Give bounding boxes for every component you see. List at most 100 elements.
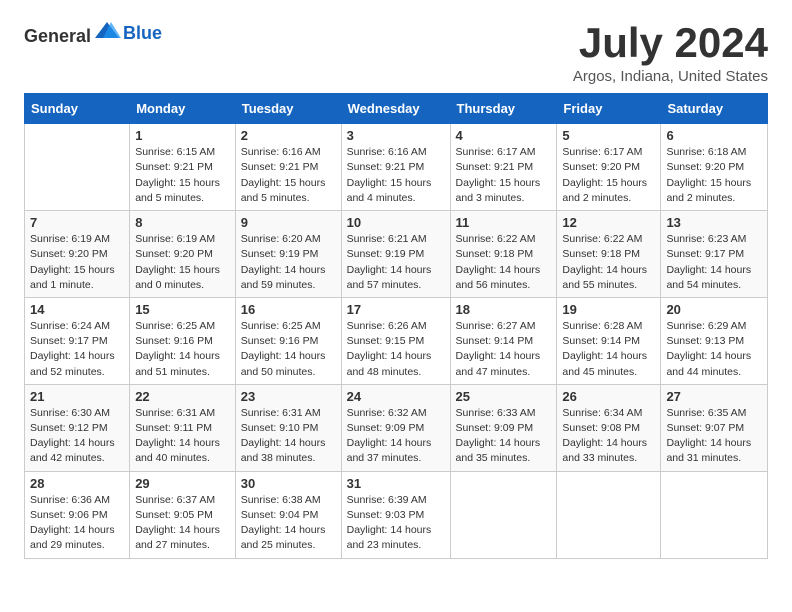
day-info: Sunrise: 6:37 AM Sunset: 9:05 PM Dayligh…	[135, 493, 230, 554]
day-info: Sunrise: 6:23 AM Sunset: 9:17 PM Dayligh…	[666, 232, 762, 293]
day-number: 23	[241, 389, 336, 404]
week-row-2: 7 Sunrise: 6:19 AM Sunset: 9:20 PM Daylig…	[25, 211, 768, 298]
day-info: Sunrise: 6:30 AM Sunset: 9:12 PM Dayligh…	[30, 406, 124, 467]
day-number: 13	[666, 215, 762, 230]
day-number: 30	[241, 476, 336, 491]
day-info: Sunrise: 6:19 AM Sunset: 9:20 PM Dayligh…	[30, 232, 124, 293]
day-number: 4	[456, 128, 552, 143]
day-info: Sunrise: 6:18 AM Sunset: 9:20 PM Dayligh…	[666, 145, 762, 206]
day-cell: 4 Sunrise: 6:17 AM Sunset: 9:21 PM Daylig…	[450, 124, 557, 211]
day-info: Sunrise: 6:29 AM Sunset: 9:13 PM Dayligh…	[666, 319, 762, 380]
day-cell	[25, 124, 130, 211]
calendar-table: SundayMondayTuesdayWednesdayThursdayFrid…	[24, 93, 768, 558]
day-info: Sunrise: 6:34 AM Sunset: 9:08 PM Dayligh…	[562, 406, 655, 467]
day-number: 3	[347, 128, 445, 143]
day-number: 1	[135, 128, 230, 143]
day-cell: 29 Sunrise: 6:37 AM Sunset: 9:05 PM Dayli…	[130, 471, 236, 558]
day-info: Sunrise: 6:31 AM Sunset: 9:10 PM Dayligh…	[241, 406, 336, 467]
day-info: Sunrise: 6:36 AM Sunset: 9:06 PM Dayligh…	[30, 493, 124, 554]
day-info: Sunrise: 6:25 AM Sunset: 9:16 PM Dayligh…	[135, 319, 230, 380]
day-cell: 10 Sunrise: 6:21 AM Sunset: 9:19 PM Dayli…	[341, 211, 450, 298]
column-header-sunday: Sunday	[25, 94, 130, 124]
day-info: Sunrise: 6:17 AM Sunset: 9:21 PM Dayligh…	[456, 145, 552, 206]
day-number: 22	[135, 389, 230, 404]
day-cell: 25 Sunrise: 6:33 AM Sunset: 9:09 PM Dayli…	[450, 384, 557, 471]
day-number: 18	[456, 302, 552, 317]
day-cell: 22 Sunrise: 6:31 AM Sunset: 9:11 PM Dayli…	[130, 384, 236, 471]
logo-general-text: General	[24, 26, 91, 46]
day-cell	[450, 471, 557, 558]
day-cell	[661, 471, 768, 558]
day-info: Sunrise: 6:21 AM Sunset: 9:19 PM Dayligh…	[347, 232, 445, 293]
day-number: 28	[30, 476, 124, 491]
day-info: Sunrise: 6:32 AM Sunset: 9:09 PM Dayligh…	[347, 406, 445, 467]
day-info: Sunrise: 6:33 AM Sunset: 9:09 PM Dayligh…	[456, 406, 552, 467]
day-number: 21	[30, 389, 124, 404]
day-info: Sunrise: 6:26 AM Sunset: 9:15 PM Dayligh…	[347, 319, 445, 380]
column-header-wednesday: Wednesday	[341, 94, 450, 124]
day-cell: 19Sunrise: 6:28 AM Sunset: 9:14 PM Dayli…	[557, 297, 661, 384]
day-cell: 28 Sunrise: 6:36 AM Sunset: 9:06 PM Dayli…	[25, 471, 130, 558]
day-info: Sunrise: 6:16 AM Sunset: 9:21 PM Dayligh…	[241, 145, 336, 206]
logo: General Blue	[24, 20, 162, 47]
day-info: Sunrise: 6:39 AM Sunset: 9:03 PM Dayligh…	[347, 493, 445, 554]
main-title: July 2024	[573, 20, 768, 66]
day-cell: 12 Sunrise: 6:22 AM Sunset: 9:18 PM Dayli…	[557, 211, 661, 298]
day-number: 24	[347, 389, 445, 404]
column-header-saturday: Saturday	[661, 94, 768, 124]
logo-blue-text: Blue	[123, 23, 162, 43]
day-cell: 31 Sunrise: 6:39 AM Sunset: 9:03 PM Dayli…	[341, 471, 450, 558]
day-cell: 2 Sunrise: 6:16 AM Sunset: 9:21 PM Daylig…	[235, 124, 341, 211]
day-number: 9	[241, 215, 336, 230]
day-number: 15	[135, 302, 230, 317]
day-number: 10	[347, 215, 445, 230]
day-number: 19	[562, 302, 655, 317]
day-cell: 24 Sunrise: 6:32 AM Sunset: 9:09 PM Dayli…	[341, 384, 450, 471]
day-number: 27	[666, 389, 762, 404]
column-header-friday: Friday	[557, 94, 661, 124]
day-cell: 20Sunrise: 6:29 AM Sunset: 9:13 PM Dayli…	[661, 297, 768, 384]
day-number: 2	[241, 128, 336, 143]
day-number: 26	[562, 389, 655, 404]
day-cell: 14 Sunrise: 6:24 AM Sunset: 9:17 PM Dayli…	[25, 297, 130, 384]
day-info: Sunrise: 6:22 AM Sunset: 9:18 PM Dayligh…	[562, 232, 655, 293]
day-cell: 26 Sunrise: 6:34 AM Sunset: 9:08 PM Dayli…	[557, 384, 661, 471]
day-cell: 7 Sunrise: 6:19 AM Sunset: 9:20 PM Daylig…	[25, 211, 130, 298]
day-info: Sunrise: 6:16 AM Sunset: 9:21 PM Dayligh…	[347, 145, 445, 206]
day-number: 7	[30, 215, 124, 230]
day-cell: 5Sunrise: 6:17 AM Sunset: 9:20 PM Daylig…	[557, 124, 661, 211]
week-row-5: 28 Sunrise: 6:36 AM Sunset: 9:06 PM Dayli…	[25, 471, 768, 558]
week-row-1: 1Sunrise: 6:15 AM Sunset: 9:21 PM Daylig…	[25, 124, 768, 211]
day-info: Sunrise: 6:24 AM Sunset: 9:17 PM Dayligh…	[30, 319, 124, 380]
day-cell: 23 Sunrise: 6:31 AM Sunset: 9:10 PM Dayli…	[235, 384, 341, 471]
header: General Blue July 2024 Argos, Indiana, U…	[24, 20, 768, 85]
day-cell: 30 Sunrise: 6:38 AM Sunset: 9:04 PM Dayli…	[235, 471, 341, 558]
column-header-thursday: Thursday	[450, 94, 557, 124]
day-info: Sunrise: 6:35 AM Sunset: 9:07 PM Dayligh…	[666, 406, 762, 467]
day-info: Sunrise: 6:22 AM Sunset: 9:18 PM Dayligh…	[456, 232, 552, 293]
day-number: 29	[135, 476, 230, 491]
day-number: 12	[562, 215, 655, 230]
day-cell: 13 Sunrise: 6:23 AM Sunset: 9:17 PM Dayli…	[661, 211, 768, 298]
day-cell: 18Sunrise: 6:27 AM Sunset: 9:14 PM Dayli…	[450, 297, 557, 384]
day-number: 5	[562, 128, 655, 143]
day-cell: 16Sunrise: 6:25 AM Sunset: 9:16 PM Dayli…	[235, 297, 341, 384]
day-number: 25	[456, 389, 552, 404]
day-cell: 27 Sunrise: 6:35 AM Sunset: 9:07 PM Dayli…	[661, 384, 768, 471]
day-cell: 11Sunrise: 6:22 AM Sunset: 9:18 PM Dayli…	[450, 211, 557, 298]
day-number: 6	[666, 128, 762, 143]
day-cell: 1Sunrise: 6:15 AM Sunset: 9:21 PM Daylig…	[130, 124, 236, 211]
title-area: July 2024 Argos, Indiana, United States	[573, 20, 768, 85]
day-cell	[557, 471, 661, 558]
day-number: 31	[347, 476, 445, 491]
column-header-monday: Monday	[130, 94, 236, 124]
day-info: Sunrise: 6:20 AM Sunset: 9:19 PM Dayligh…	[241, 232, 336, 293]
day-info: Sunrise: 6:31 AM Sunset: 9:11 PM Dayligh…	[135, 406, 230, 467]
day-cell: 9 Sunrise: 6:20 AM Sunset: 9:19 PM Daylig…	[235, 211, 341, 298]
day-cell: 6 Sunrise: 6:18 AM Sunset: 9:20 PM Daylig…	[661, 124, 768, 211]
subtitle: Argos, Indiana, United States	[573, 68, 768, 85]
day-info: Sunrise: 6:38 AM Sunset: 9:04 PM Dayligh…	[241, 493, 336, 554]
day-number: 14	[30, 302, 124, 317]
day-number: 17	[347, 302, 445, 317]
calendar-header-row: SundayMondayTuesdayWednesdayThursdayFrid…	[25, 94, 768, 124]
